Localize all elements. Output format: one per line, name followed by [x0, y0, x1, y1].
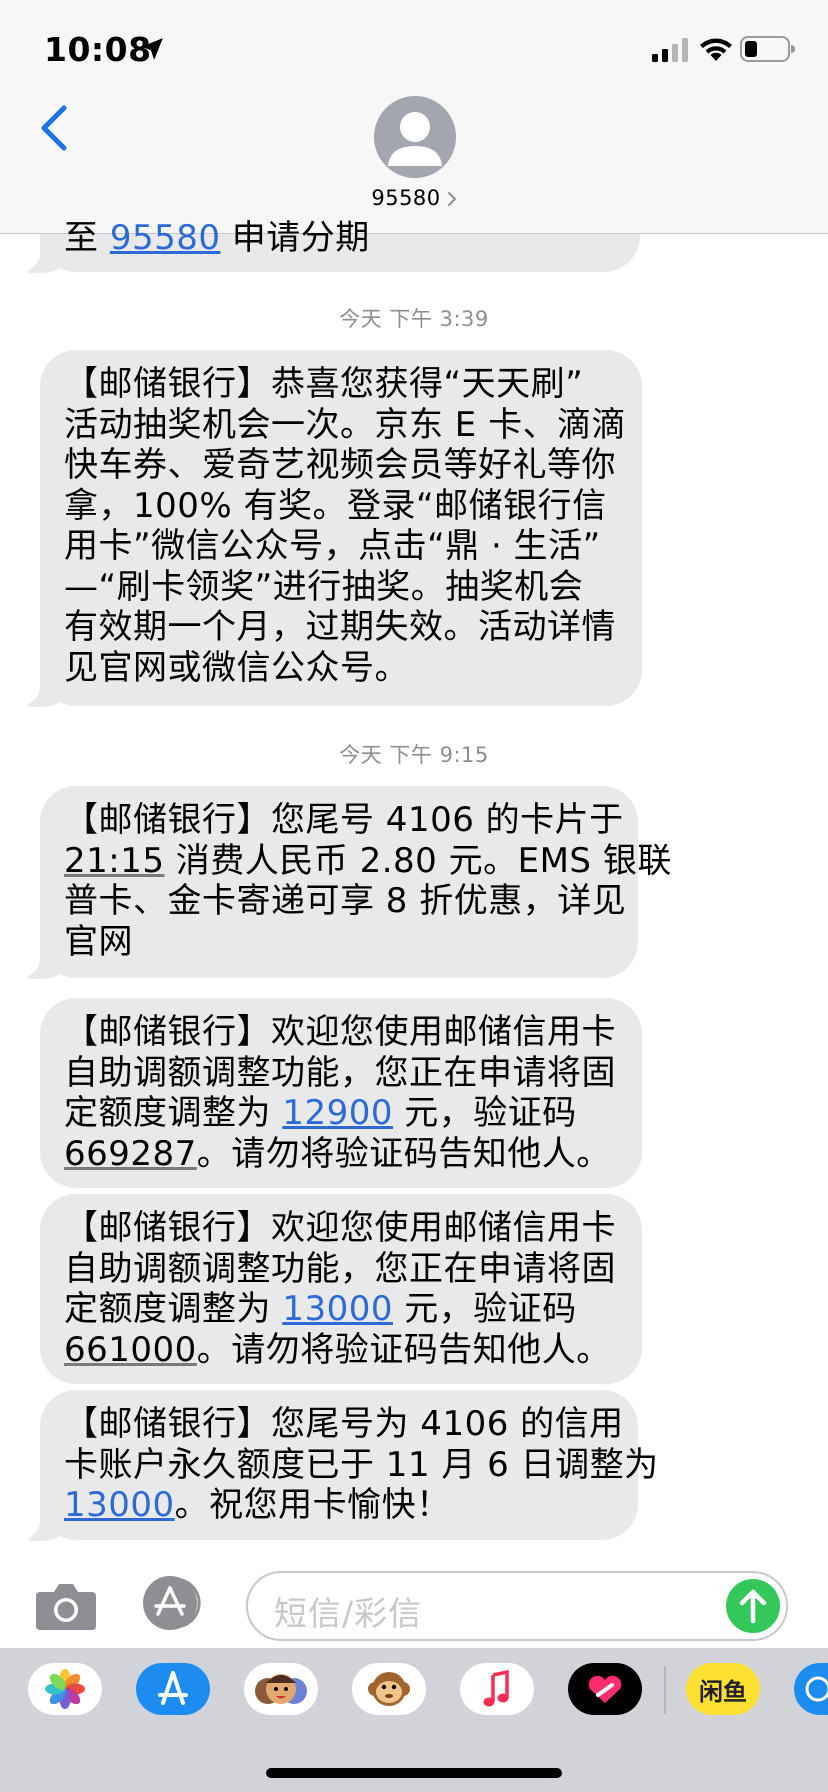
number-link[interactable]: 13000	[64, 1485, 175, 1525]
home-indicator[interactable]	[266, 1768, 562, 1778]
message-text: 定额度调整为	[64, 1093, 283, 1133]
send-button[interactable]	[726, 1579, 780, 1633]
message-text: 至	[64, 218, 110, 258]
message-line: 21:15 消费人民币 2.80 元。EMS 银联	[64, 841, 671, 882]
message-line: 普卡、金卡寄递可享 8 折优惠，详见	[64, 881, 627, 921]
memoji-app-icon[interactable]	[244, 1663, 318, 1715]
message-line: 至 95580 申请分期	[64, 218, 618, 259]
status-time: 10:08	[44, 30, 152, 69]
message-text: 。祝您用卡愉快！	[174, 1485, 451, 1525]
app-store-icon[interactable]	[138, 1574, 212, 1632]
message-line: 定额度调整为 13000 元，验证码	[64, 1289, 620, 1330]
xianyu-app-label: 闲鱼	[699, 1677, 747, 1706]
compose-bar: 短信/彩信	[0, 1560, 828, 1648]
message-text: 定额度调整为	[64, 1289, 283, 1329]
message-bubble-2[interactable]: 【邮储银行】您尾号 4106 的卡片于 21:15 消费人民币 2.80 元。E…	[0, 786, 671, 979]
message-line: 拿，100% 有奖。登录“邮储银行信	[64, 485, 607, 526]
number-link[interactable]: 12900	[282, 1093, 393, 1133]
message-line: 【邮储银行】欢迎您使用邮储信用卡	[64, 1208, 616, 1248]
message-line: 【邮储银行】您尾号为 4106 的信用	[64, 1404, 624, 1444]
message-line: 自助调额调整功能，您正在申请将固	[64, 1052, 616, 1093]
arrow-up-icon	[739, 1589, 767, 1624]
message-text: 消费人民币 2.80 元。EMS 银联	[164, 840, 672, 881]
message-text: 申请分期	[220, 218, 370, 258]
imessage-app-drawer: 闲鱼	[0, 1648, 828, 1792]
message-line: 【邮储银行】您尾号 4106 的卡片于	[64, 800, 624, 840]
message-line: 自助调额调整功能，您正在申请将固	[64, 1248, 616, 1289]
conversation-view[interactable]: 至 95580 申请分期 今天 下午 3:39 【邮储银行】恭喜您获得“天天刷”…	[0, 0, 828, 1560]
message-line: 13000。祝您用卡愉快！	[64, 1485, 616, 1526]
message-line: 【邮储银行】恭喜您获得“天天刷”	[64, 364, 584, 404]
contact-number: 95580	[371, 186, 441, 210]
music-app-icon[interactable]	[460, 1663, 534, 1715]
message-bubble-4[interactable]: 【邮储银行】欢迎您使用邮储信用卡 自助调额调整功能，您正在申请将固 定额度调整为…	[40, 1194, 642, 1384]
message-text: 元，验证码	[392, 1289, 577, 1329]
message-input-placeholder: 短信/彩信	[274, 1594, 423, 1633]
app-store-app-icon[interactable]	[136, 1663, 210, 1715]
digital-touch-app-icon[interactable]	[568, 1663, 642, 1715]
next-app-icon[interactable]	[794, 1663, 828, 1715]
location-arrow-icon	[141, 38, 163, 60]
cellular-signal-icon	[652, 38, 688, 62]
message-text: 。请勿将验证码告知他人。	[196, 1329, 611, 1370]
message-line: 有效期一个月，过期失效。活动详情	[64, 607, 616, 647]
message-bubble-3[interactable]: 【邮储银行】欢迎您使用邮储信用卡 自助调额调整功能，您正在申请将固 定额度调整为…	[40, 998, 642, 1188]
contact-avatar[interactable]	[374, 96, 456, 178]
verification-code[interactable]: 661000	[64, 1330, 197, 1370]
time-detected-link[interactable]: 21:15	[64, 841, 164, 881]
message-line: 卡账户永久额度已于 11 月 6 日调整为	[64, 1444, 659, 1485]
number-link[interactable]: 13000	[282, 1289, 393, 1329]
photos-app-icon[interactable]	[28, 1663, 102, 1715]
message-line: 快车券、爱奇艺视频会员等好礼等你	[64, 445, 616, 485]
navigation-header: 10:08 95580	[0, 0, 828, 234]
message-line: 用卡”微信公众号，点击“鼎 · 生活”	[64, 526, 601, 566]
message-line: 定额度调整为 12900 元，验证码	[64, 1093, 620, 1134]
message-line: —“刷卡领奖”进行抽奖。抽奖机会	[64, 566, 584, 607]
verification-code[interactable]: 669287	[64, 1134, 197, 1174]
battery-icon	[740, 36, 795, 62]
message-line: 见官网或微信公众号。	[64, 647, 409, 688]
wifi-icon	[700, 38, 732, 61]
message-line: 官网	[64, 921, 133, 962]
message-input[interactable]: 短信/彩信	[246, 1571, 788, 1641]
contact-name[interactable]: 95580	[0, 186, 828, 210]
phone-link[interactable]: 95580	[110, 218, 221, 258]
message-text: 。请勿将验证码告知他人。	[196, 1133, 611, 1174]
timestamp: 今天 下午 3:39	[339, 307, 489, 331]
camera-icon[interactable]	[34, 1582, 98, 1632]
timestamp: 今天 下午 9:15	[339, 743, 489, 767]
message-bubble-1[interactable]: 【邮储银行】恭喜您获得“天天刷” 活动抽奖机会一次。京东 E 卡、滴滴 快车券、…	[0, 350, 642, 707]
person-icon	[388, 112, 442, 166]
xianyu-app-icon[interactable]: 闲鱼	[686, 1663, 760, 1715]
message-line: 669287。请勿将验证码告知他人。	[64, 1134, 620, 1175]
message-bubble-5[interactable]: 【邮储银行】您尾号为 4106 的信用 卡账户永久额度已于 11 月 6 日调整…	[0, 1390, 659, 1541]
drawer-divider	[664, 1666, 666, 1714]
animoji-app-icon[interactable]	[352, 1663, 426, 1715]
message-text: 元，验证码	[392, 1093, 577, 1133]
message-line: 活动抽奖机会一次。京东 E 卡、滴滴	[64, 404, 627, 445]
message-line: 【邮储银行】欢迎您使用邮储信用卡	[64, 1012, 616, 1052]
back-chevron-icon[interactable]	[36, 104, 72, 152]
message-line: 661000。请勿将验证码告知他人。	[64, 1330, 620, 1371]
chevron-right-icon	[447, 192, 457, 206]
